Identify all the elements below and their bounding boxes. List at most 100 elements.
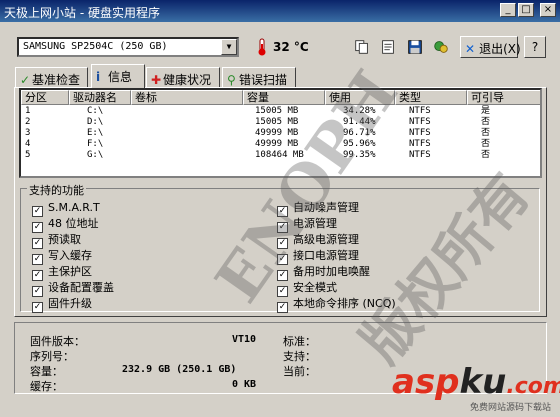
table-row[interactable]: 3 E:\ 49999 MB 96.71% NTFS 否	[21, 128, 540, 139]
feature-label: 写入缓存	[48, 249, 92, 262]
feature-label: 主保护区	[48, 265, 92, 278]
checkbox-checked-icon: ✓	[32, 302, 43, 313]
drive-select[interactable]: SAMSUNG SP2504C (250 GB) ▼	[17, 37, 239, 57]
cell-partition: 5	[25, 150, 31, 160]
cell-partition: 3	[25, 128, 31, 138]
feature-ncq: ✓ 本地命令排序 (NCQ)	[277, 297, 396, 313]
feature-hpa: ✓ 主保护区	[32, 265, 92, 281]
feature-label: 安全模式	[293, 281, 337, 294]
feature-label: 自动噪声管理	[293, 201, 359, 214]
check-icon: ✓	[20, 73, 31, 87]
feature-security: ✓ 安全模式	[277, 281, 337, 297]
capacity-value: 232.9 GB (250.1 GB)	[122, 364, 237, 375]
document-icon[interactable]	[377, 37, 399, 57]
support-label: 支持：	[283, 350, 316, 363]
checkbox-checked-icon: ✓	[32, 254, 43, 265]
minimize-button[interactable]: _	[500, 3, 516, 17]
cell-bootable: 否	[481, 150, 491, 160]
feature-puis: ✓ 备用时加电唤醒	[277, 265, 370, 281]
table-row[interactable]: 4 F:\ 49999 MB 95.96% NTFS 否	[21, 139, 540, 150]
cell-partition: 1	[25, 106, 31, 116]
cell-capacity: 49999 MB	[255, 128, 299, 138]
feature-label: 高级电源管理	[293, 233, 359, 246]
tab-error-scan[interactable]: ⚲ 错误扫描	[222, 67, 296, 87]
info-icon: i	[96, 70, 101, 84]
feature-apm: ✓ 高级电源管理	[277, 233, 359, 249]
exit-label: 退出(X)	[479, 42, 521, 56]
feature-label: 备用时加电唤醒	[293, 265, 370, 278]
table-header: 分区 驱动器名 卷标 容量 使用 类型 可引导	[21, 90, 540, 105]
cell-drive: C:\	[87, 106, 104, 116]
cell-drive: E:\	[87, 128, 104, 138]
checkbox-checked-icon: ✓	[277, 238, 288, 249]
close-button[interactable]: ×	[540, 3, 556, 17]
cell-bootable: 否	[481, 128, 491, 138]
cell-bootable: 否	[481, 117, 491, 127]
cell-usage: 96.71%	[343, 128, 376, 138]
column-header[interactable]: 卷标	[131, 90, 243, 105]
features-title: 支持的功能	[27, 182, 86, 198]
copy-icon[interactable]	[351, 37, 373, 57]
feature-smart: ✓ S.M.A.R.T	[32, 201, 100, 217]
partition-table[interactable]: 分区 驱动器名 卷标 容量 使用 类型 可引导 1 C:\ 15005 MB 3…	[19, 88, 542, 178]
refresh-icon[interactable]	[430, 37, 452, 57]
feature-firmware-upgrade: ✓ 固件升级	[32, 297, 92, 313]
maximize-button[interactable]: □	[518, 3, 534, 17]
brand-tld: .com	[506, 374, 560, 399]
help-button[interactable]: ?	[524, 36, 546, 58]
feature-label: 预读取	[48, 233, 81, 246]
tab-benchmark-label: 基准检查	[32, 73, 81, 87]
current-label: 当前：	[283, 365, 316, 378]
temperature-value: 32 °C	[273, 40, 309, 54]
feature-label: 固件升级	[48, 297, 92, 310]
brand-ku: ku	[459, 362, 507, 402]
column-header[interactable]: 使用	[325, 90, 395, 105]
checkbox-checked-icon: ✓	[277, 270, 288, 281]
firmware-value: VT10	[232, 334, 257, 345]
tab-health-label: 健康状况	[163, 73, 212, 87]
feature-read-ahead: ✓ 预读取	[32, 233, 81, 249]
capacity-label: 容量：	[30, 365, 63, 378]
tab-error-scan-label: 错误扫描	[239, 73, 288, 87]
cell-drive: F:\	[87, 139, 104, 149]
cell-type: NTFS	[409, 106, 431, 116]
cell-drive: G:\	[87, 150, 104, 160]
checkbox-checked-icon: ✓	[277, 286, 288, 297]
exit-button[interactable]: ✕ 退出(X)	[460, 36, 521, 58]
checkbox-checked-icon: ✓	[32, 238, 43, 249]
table-row[interactable]: 1 C:\ 15005 MB 34.28% NTFS 是	[21, 106, 540, 117]
chevron-down-icon[interactable]: ▼	[221, 39, 237, 55]
column-header[interactable]: 分区	[21, 90, 69, 105]
feature-48bit: ✓ 48 位地址	[32, 217, 99, 233]
column-header[interactable]: 容量	[243, 90, 325, 105]
tab-benchmark[interactable]: ✓ 基准检查	[15, 67, 88, 87]
cell-bootable: 否	[481, 139, 491, 149]
tab-health[interactable]: ✚ 健康状况	[146, 67, 220, 87]
cell-partition: 2	[25, 117, 31, 127]
feature-dco: ✓ 设备配置覆盖	[32, 281, 114, 297]
feature-power-management: ✓ 电源管理	[277, 217, 337, 233]
cell-type: NTFS	[409, 117, 431, 127]
brand-logo: aspku.com	[392, 362, 560, 402]
cell-drive: D:\	[87, 117, 104, 127]
feature-write-cache: ✓ 写入缓存	[32, 249, 92, 265]
cell-type: NTFS	[409, 150, 431, 160]
cell-type: NTFS	[409, 139, 431, 149]
table-row[interactable]: 5 G:\ 108464 MB 99.35% NTFS 否	[21, 150, 540, 161]
column-header[interactable]: 驱动器名	[69, 90, 131, 105]
cell-usage: 95.96%	[343, 139, 376, 149]
feature-label: 本地命令排序 (NCQ)	[293, 297, 396, 310]
feature-label: 接口电源管理	[293, 249, 359, 262]
checkbox-checked-icon: ✓	[277, 254, 288, 265]
column-header[interactable]: 可引导	[467, 90, 540, 105]
tab-info[interactable]: i 信息	[91, 64, 145, 88]
brand-asp: asp	[392, 362, 460, 402]
cell-usage: 34.28%	[343, 106, 376, 116]
checkbox-checked-icon: ✓	[32, 206, 43, 217]
cell-capacity: 108464 MB	[255, 150, 304, 160]
column-header[interactable]: 类型	[395, 90, 467, 105]
table-row[interactable]: 2 D:\ 15005 MB 91.44% NTFS 否	[21, 117, 540, 128]
serial-label: 序列号：	[30, 350, 74, 363]
buffer-value: 0 KB	[232, 379, 257, 390]
save-icon[interactable]	[404, 37, 426, 57]
